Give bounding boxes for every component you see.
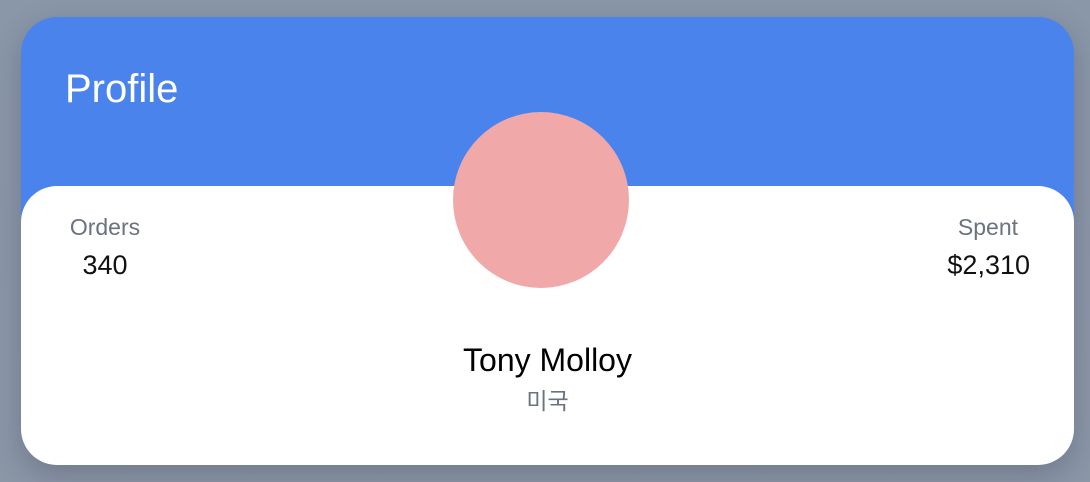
page-title: Profile xyxy=(65,67,179,111)
spent-stat: Spent $2,310 xyxy=(930,213,1030,283)
profile-name: Tony Molloy xyxy=(463,342,632,378)
avatar[interactable] xyxy=(453,112,629,288)
profile-card: Profile Orders 340 Spent $2,310 Tony Mol… xyxy=(21,17,1074,465)
spent-label: Spent xyxy=(957,214,1018,240)
orders-stat: Orders 340 xyxy=(65,213,145,283)
spent-value: $2,310 xyxy=(947,250,1030,280)
orders-value: 340 xyxy=(82,250,128,280)
profile-country: 미국 xyxy=(526,389,569,415)
orders-label: Orders xyxy=(69,214,141,240)
